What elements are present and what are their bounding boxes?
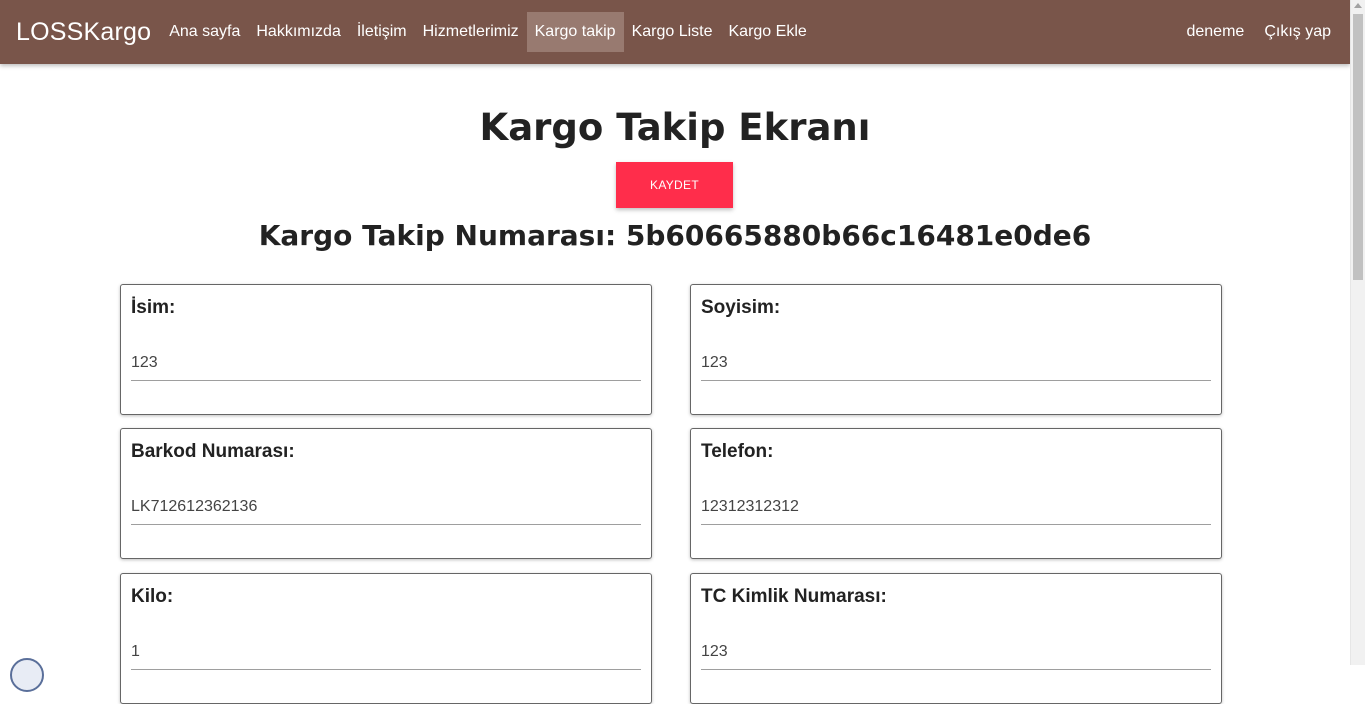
weight-card: Kilo: 1: [120, 573, 652, 704]
floating-help-icon[interactable]: [10, 658, 44, 692]
surname-label: Soyisim:: [701, 297, 781, 318]
tc-label: TC Kimlik Numarası:: [701, 586, 887, 607]
brand-logo[interactable]: LOSSKargo: [16, 18, 151, 47]
barcode-label: Barkod Numarası:: [131, 441, 295, 462]
weight-label: Kilo:: [131, 586, 174, 607]
nav-item-kargo-liste[interactable]: Kargo Liste: [624, 12, 721, 52]
name-label: İsim:: [131, 297, 176, 318]
top-navbar: LOSSKargo Ana sayfa Hakkımızda İletişim …: [0, 0, 1350, 64]
nav-user-area: deneme Çıkış yap: [1176, 0, 1341, 64]
tracking-number-heading: Kargo Takip Numarası: 5b60665880b66c1648…: [258, 219, 1092, 252]
phone-card: Telefon: 12312312312: [690, 428, 1222, 559]
phone-label: Telefon:: [701, 441, 774, 462]
page-title: Kargo Takip Ekranı: [479, 106, 871, 149]
nav-item-hakkimizda[interactable]: Hakkımızda: [248, 12, 348, 52]
scroll-up-arrow-icon[interactable]: [1354, 3, 1362, 8]
phone-field[interactable]: 12312312312: [701, 489, 1211, 525]
nav-item-hizmetlerimiz[interactable]: Hizmetlerimiz: [415, 12, 527, 52]
nav-item-ana-sayfa[interactable]: Ana sayfa: [161, 12, 248, 52]
save-button[interactable]: KAYDET: [616, 162, 733, 208]
surname-card: Soyisim: 123: [690, 284, 1222, 415]
scroll-thumb[interactable]: [1353, 14, 1363, 280]
logout-link[interactable]: Çıkış yap: [1254, 12, 1341, 52]
name-field[interactable]: 123: [131, 345, 641, 381]
nav-item-kargo-ekle[interactable]: Kargo Ekle: [721, 12, 815, 52]
barcode-card: Barkod Numarası: LK712612362136: [120, 428, 652, 559]
nav-item-kargo-takip[interactable]: Kargo takip: [526, 12, 624, 52]
surname-field[interactable]: 123: [701, 345, 1211, 381]
user-name-link[interactable]: deneme: [1176, 12, 1254, 52]
tc-card: TC Kimlik Numarası: 123: [690, 573, 1222, 704]
nav-menu: Ana sayfa Hakkımızda İletişim Hizmetleri…: [161, 0, 815, 64]
barcode-field[interactable]: LK712612362136: [131, 489, 641, 525]
nav-item-iletisim[interactable]: İletişim: [349, 12, 415, 52]
page-scrollbar[interactable]: [1350, 0, 1365, 665]
name-card: İsim: 123: [120, 284, 652, 415]
